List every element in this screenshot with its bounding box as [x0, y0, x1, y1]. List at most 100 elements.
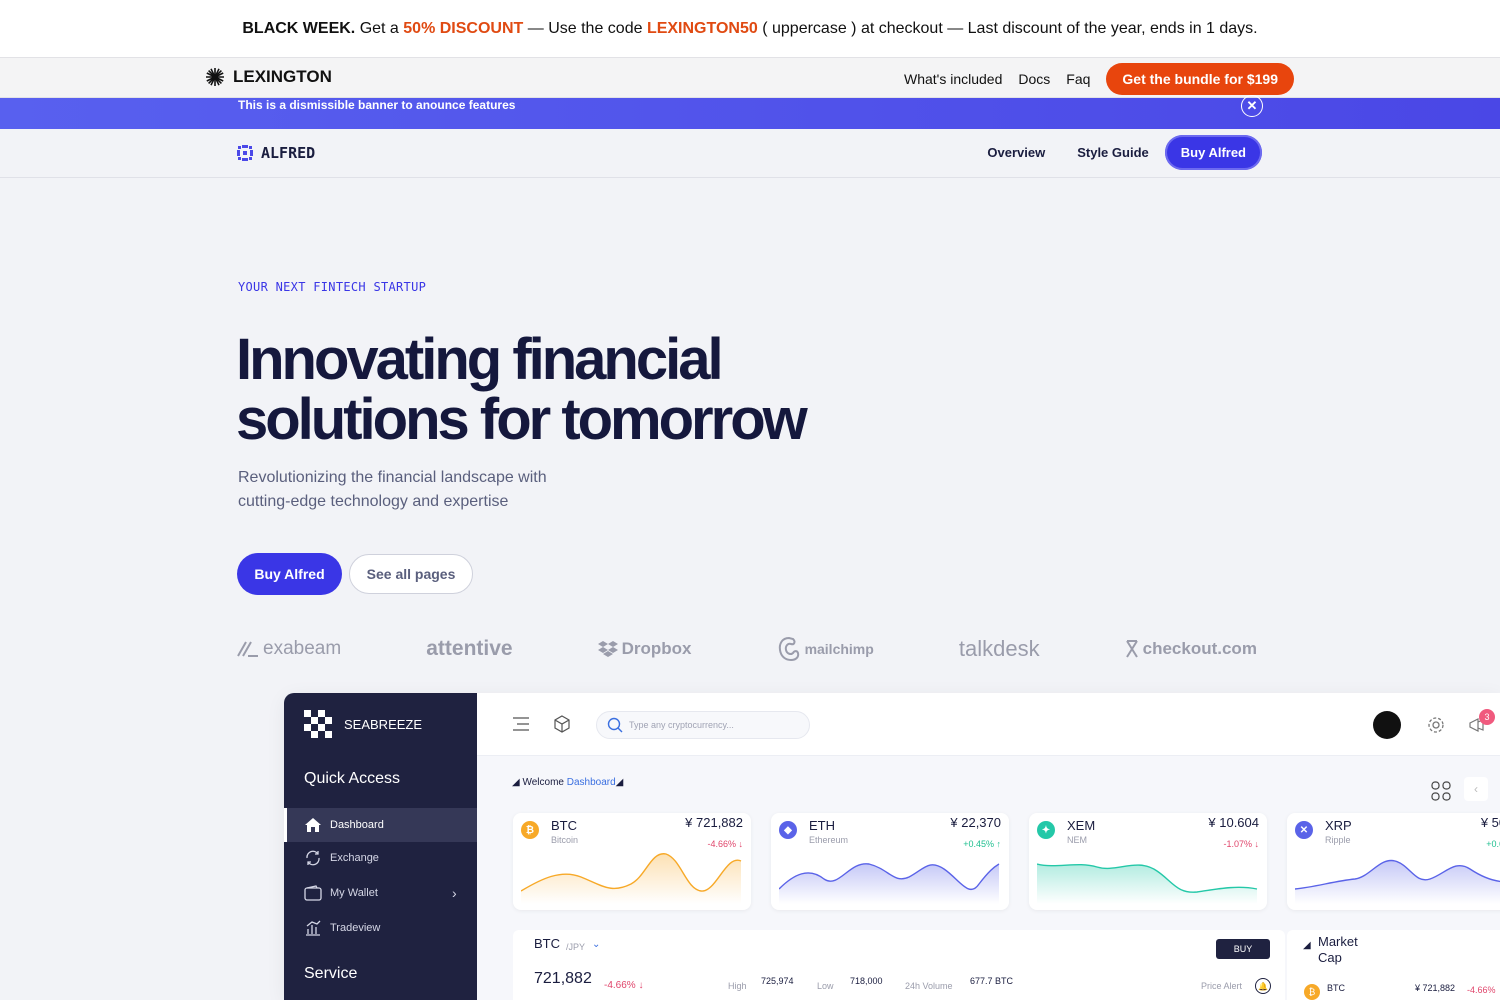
sidebar-item-my-wallet[interactable]: My Wallet › — [284, 876, 477, 910]
breadcrumb-caret-icon: ◢ — [615, 777, 624, 788]
promo-text-1: Get a — [355, 19, 404, 37]
sidebar-item-label: Dashboard — [330, 819, 384, 831]
hero-subtitle-line-1: Revolutionizing the financial landscape … — [238, 469, 547, 486]
logo-attentive: attentive — [426, 637, 512, 661]
pair-symbol: BTC — [534, 936, 560, 951]
high-value: 725,974 — [761, 976, 794, 986]
sidebar-item-label: Tradeview — [330, 922, 381, 934]
coin-change: +0.45% ↑ — [963, 839, 1001, 849]
logo-exabeam: exabeam — [237, 638, 341, 660]
see-all-pages-button[interactable]: See all pages — [349, 554, 473, 594]
notification-badge: 3 — [1479, 709, 1495, 725]
gear-icon[interactable] — [1427, 716, 1445, 734]
coin-icon: ₿ — [521, 821, 539, 839]
lexington-brand: LEXINGTON — [233, 67, 332, 86]
coin-symbol: BTC — [551, 818, 577, 833]
crypto-search-input[interactable]: Type any cryptocurrency... — [596, 711, 810, 739]
breadcrumb-dashboard[interactable]: Dashboard — [567, 777, 616, 788]
home-icon — [305, 818, 321, 832]
close-icon[interactable]: ✕ — [1241, 95, 1263, 117]
price-alert-label[interactable]: Price Alert — [1201, 981, 1242, 991]
coin-card-btc[interactable]: ₿ BTC Bitcoin ¥ 721,882 -4.66% ↓ — [513, 813, 751, 910]
logo-exabeam-text: exabeam — [263, 638, 342, 659]
bell-icon[interactable]: 🔔 — [1255, 978, 1271, 994]
scroll-left-button[interactable]: ‹ — [1464, 777, 1488, 801]
sidebar-item-tradeview[interactable]: Tradeview — [284, 911, 477, 945]
bitcoin-icon: ₿ — [1304, 984, 1320, 1000]
breadcrumb-welcome[interactable]: Welcome — [522, 777, 564, 788]
coin-price: ¥ 721,882 — [685, 815, 743, 830]
buy-alfred-button[interactable]: Buy Alfred — [237, 553, 342, 595]
bar-chart-icon — [306, 920, 321, 936]
promo-code: LEXINGTON50 — [646, 19, 758, 37]
market-cap-price: ¥ 721,882 — [1415, 983, 1456, 993]
breadcrumb-icon: ◢ — [512, 777, 523, 788]
nav-docs[interactable]: Docs — [1018, 71, 1050, 87]
coin-change: -4.66% ↓ — [707, 839, 743, 849]
buy-alfred-nav-button[interactable]: Buy Alfred — [1164, 135, 1262, 170]
seabreeze-brand: SEABREEZE — [344, 716, 423, 732]
seabreeze-logo-icon — [304, 710, 332, 738]
banner-text: This is a dismissible banner to anounce … — [238, 98, 516, 112]
sidebar-item-label: Exchange — [330, 852, 379, 864]
avatar[interactable] — [1373, 711, 1401, 739]
dashboard-topbar: Type any cryptocurrency... 3 — [477, 693, 1500, 756]
coin-price: ¥ 22,370 — [950, 815, 1001, 830]
low-value: 718,000 — [850, 976, 883, 986]
coin-icon: ✦ — [1037, 821, 1055, 839]
sparkline — [521, 853, 742, 904]
checkout-icon — [1125, 640, 1138, 658]
coin-symbol: XRP — [1325, 818, 1352, 833]
coin-card-xem[interactable]: ✦ XEM NEM ¥ 10.604 -1.07% ↓ — [1029, 813, 1267, 910]
search-icon — [607, 717, 623, 733]
nav-whats-included[interactable]: What's included — [904, 71, 1002, 87]
hero-title-line-2: solutions for tomorrow — [236, 387, 808, 452]
sidebar-item-exchange[interactable]: Exchange — [284, 841, 477, 875]
alfred-nav: ALFRED Overview Style Guide Buy Alfred — [0, 129, 1500, 178]
promo-text-2: — Use the code — [523, 19, 647, 37]
alfred-logo[interactable]: ALFRED — [237, 144, 315, 162]
sidebar-item-dashboard[interactable]: Dashboard — [284, 808, 477, 842]
market-cap-icon: ◢ — [1303, 940, 1311, 951]
logo-dropbox-text: Dropbox — [621, 639, 692, 658]
coin-icon: ◆ — [779, 821, 797, 839]
high-label: High — [728, 981, 747, 991]
coin-symbol: ETH — [809, 818, 835, 833]
menu-icon[interactable] — [512, 717, 530, 731]
service-heading: Service — [304, 965, 358, 982]
sparkline-area — [521, 853, 741, 904]
logo-dropbox: Dropbox — [597, 639, 692, 659]
nav-faq[interactable]: Faq — [1066, 71, 1090, 87]
dropbox-icon — [597, 641, 618, 657]
dashboard-sidebar: SEABREEZE Quick Access Dashboard Exchang… — [284, 693, 477, 1000]
coin-name: Ethereum — [809, 835, 849, 845]
pair-quote[interactable]: /JPY — [566, 942, 585, 952]
volume-label: 24h Volume — [905, 981, 953, 991]
volume-value: 677.7 BTC — [970, 976, 1014, 986]
coin-name: Bitcoin — [551, 835, 579, 845]
seabreeze-logo[interactable]: SEABREEZE — [304, 710, 422, 738]
customer-logos: exabeam attentive Dropbox mailchimp talk… — [237, 636, 1257, 662]
low-label: Low — [817, 981, 834, 991]
coin-card-eth[interactable]: ◆ ETH Ethereum ¥ 22,370 +0.45% ↑ — [771, 813, 1009, 910]
hero-eyebrow: YOUR NEXT FINTECH STARTUP — [238, 280, 427, 294]
chevron-down-icon[interactable]: ⌄ — [592, 939, 600, 950]
lexington-logo[interactable]: LEXINGTON — [205, 67, 332, 87]
grid-icon[interactable] — [1431, 781, 1451, 801]
starburst-icon — [206, 68, 224, 86]
chevron-right-icon: › — [452, 885, 457, 901]
coin-change: -1.07% ↓ — [1223, 839, 1259, 849]
nav-style-guide[interactable]: Style Guide — [1061, 145, 1165, 160]
buy-button[interactable]: BUY — [1216, 939, 1270, 959]
logo-talkdesk: talkdesk — [959, 636, 1040, 662]
get-bundle-button[interactable]: Get the bundle for $199 — [1106, 63, 1294, 95]
nav-overview[interactable]: Overview — [971, 145, 1061, 160]
cube-icon[interactable] — [553, 715, 571, 733]
sparkline — [1295, 859, 1500, 904]
market-cap-change: -4.66% — [1467, 985, 1496, 995]
lexington-header: LEXINGTON What's included Docs Faq Get t… — [0, 58, 1500, 98]
market-cap-panel: ◢ Market Cap ₿ BTC ¥ 721,882 -4.66% — [1287, 930, 1500, 1000]
exabeam-mark-icon — [237, 641, 258, 657]
coin-card-xrp[interactable]: ✕ XRP Ripple ¥ 50.8 +0.66% — [1287, 813, 1500, 910]
promo-lead: BLACK WEEK. — [242, 19, 356, 37]
